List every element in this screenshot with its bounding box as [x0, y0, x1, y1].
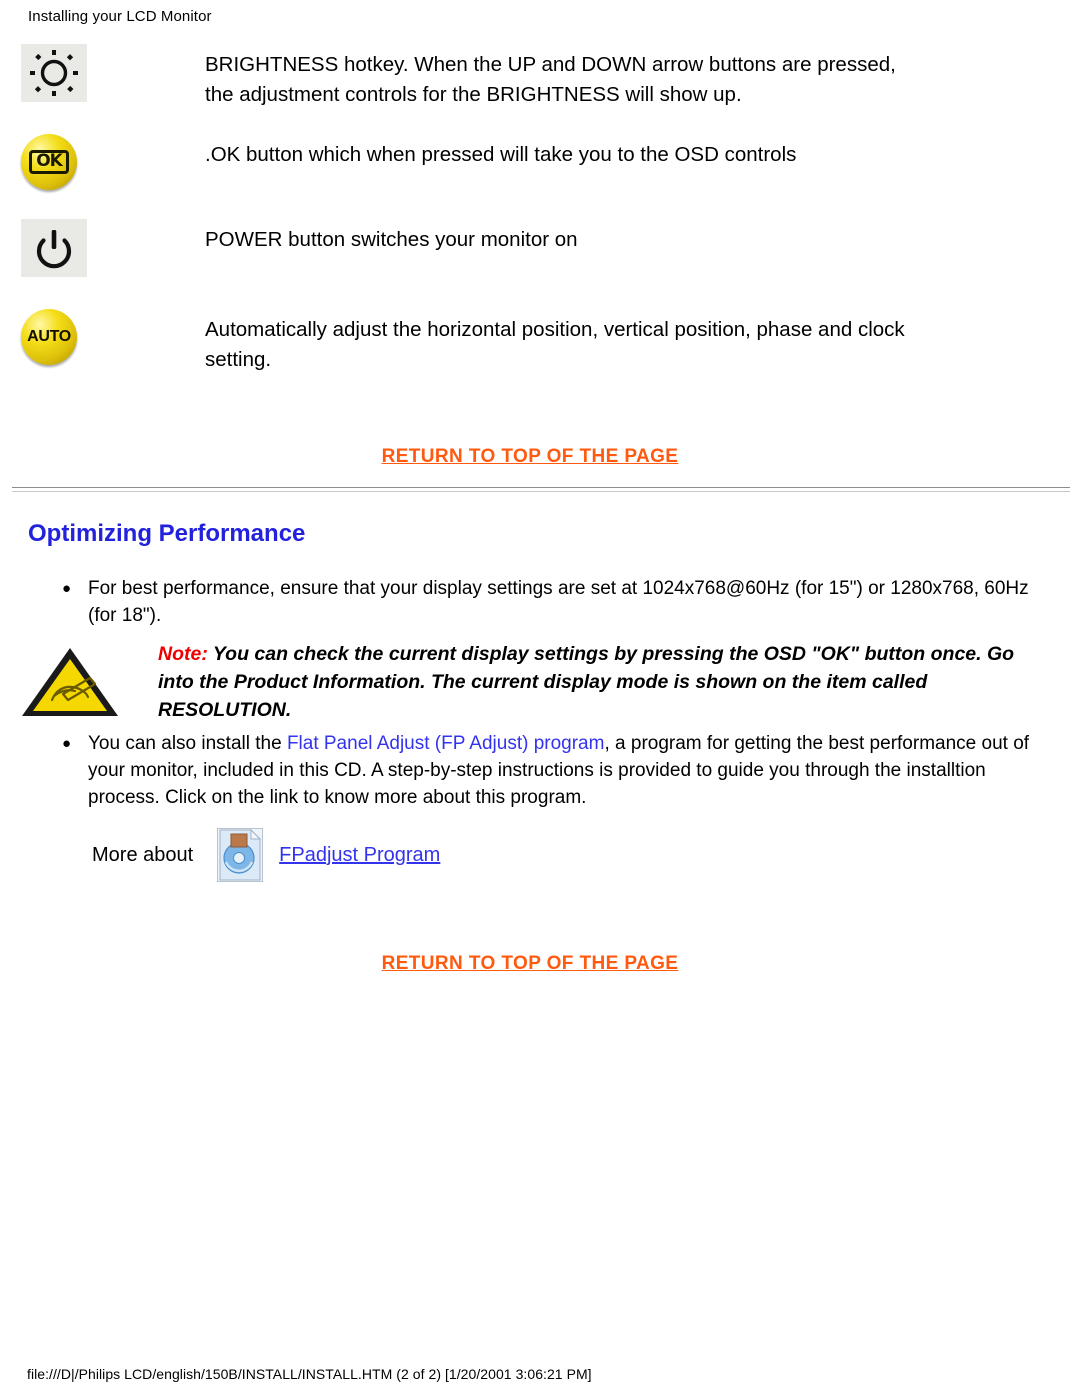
button-description-list: BRIGHTNESS hotkey. When the UP and DOWN … [0, 44, 1080, 399]
button-row-brightness: BRIGHTNESS hotkey. When the UP and DOWN … [0, 44, 1080, 134]
auto-icon-cell: AUTO [0, 309, 205, 365]
page-header-title: Installing your LCD Monitor [28, 8, 212, 25]
page-footer-path: file:///D|/Philips LCD/english/150B/INST… [27, 1366, 592, 1382]
note-body: You can check the current display settin… [158, 643, 1015, 721]
bullet-marker-icon: ● [62, 735, 72, 752]
return-to-top-link-1[interactable]: RETURN TO TOP OF THE PAGE [0, 446, 1060, 468]
ok-description: .OK button which when pressed will take … [205, 143, 797, 166]
ok-icon-cell: OK [0, 134, 205, 190]
brightness-icon-cell [0, 44, 205, 102]
note-block: Note: You can check the current display … [18, 640, 1048, 727]
ok-button-icon[interactable]: OK [21, 134, 77, 190]
button-row-power: POWER button switches your monitor on [0, 219, 1080, 309]
section-divider [12, 487, 1070, 492]
brightness-description: BRIGHTNESS hotkey. When the UP and DOWN … [205, 53, 896, 106]
button-row-ok: OK .OK button which when pressed will ta… [0, 134, 1080, 219]
fp-adjust-program-link[interactable]: Flat Panel Adjust (FP Adjust) program [287, 733, 605, 754]
bullet-text-display-settings: For best performance, ensure that your d… [88, 578, 1029, 626]
power-description: POWER button switches your monitor on [205, 228, 578, 251]
bullet-item-fp-adjust: ● You can also install the Flat Panel Ad… [62, 730, 1062, 811]
brightness-sun-icon [21, 44, 87, 102]
note-label: Note: [158, 643, 208, 665]
bullet-marker-icon: ● [62, 580, 72, 597]
note-icon-cell [18, 640, 158, 727]
auto-button-icon[interactable]: AUTO [21, 309, 77, 365]
more-about-row: More about FPadjust Program [92, 828, 440, 882]
power-icon-cell [0, 219, 205, 277]
return-to-top-link-2[interactable]: RETURN TO TOP OF THE PAGE [0, 953, 1060, 975]
ok-button-label: OK [29, 150, 69, 174]
warning-triangle-icon [18, 648, 122, 726]
floppy-disk-icon[interactable] [217, 828, 264, 882]
auto-button-label: AUTO [27, 328, 71, 345]
power-button-icon [21, 219, 87, 277]
more-about-label: More about [92, 843, 194, 866]
section-heading-optimizing-performance: Optimizing Performance [28, 520, 306, 547]
button-row-auto: AUTO Automatically adjust the horizontal… [0, 309, 1080, 399]
bullet-text-fp-adjust: You can also install the Flat Panel Adju… [88, 730, 1062, 811]
auto-description: Automatically adjust the horizontal posi… [205, 318, 905, 371]
bullet-item-display-settings: ● For best performance, ensure that your… [62, 575, 1062, 629]
fpadjust-program-link[interactable]: FPadjust Program [279, 844, 440, 867]
note-text: Note: You can check the current display … [158, 640, 1048, 724]
bullet-text-prefix: You can also install the [88, 733, 287, 754]
